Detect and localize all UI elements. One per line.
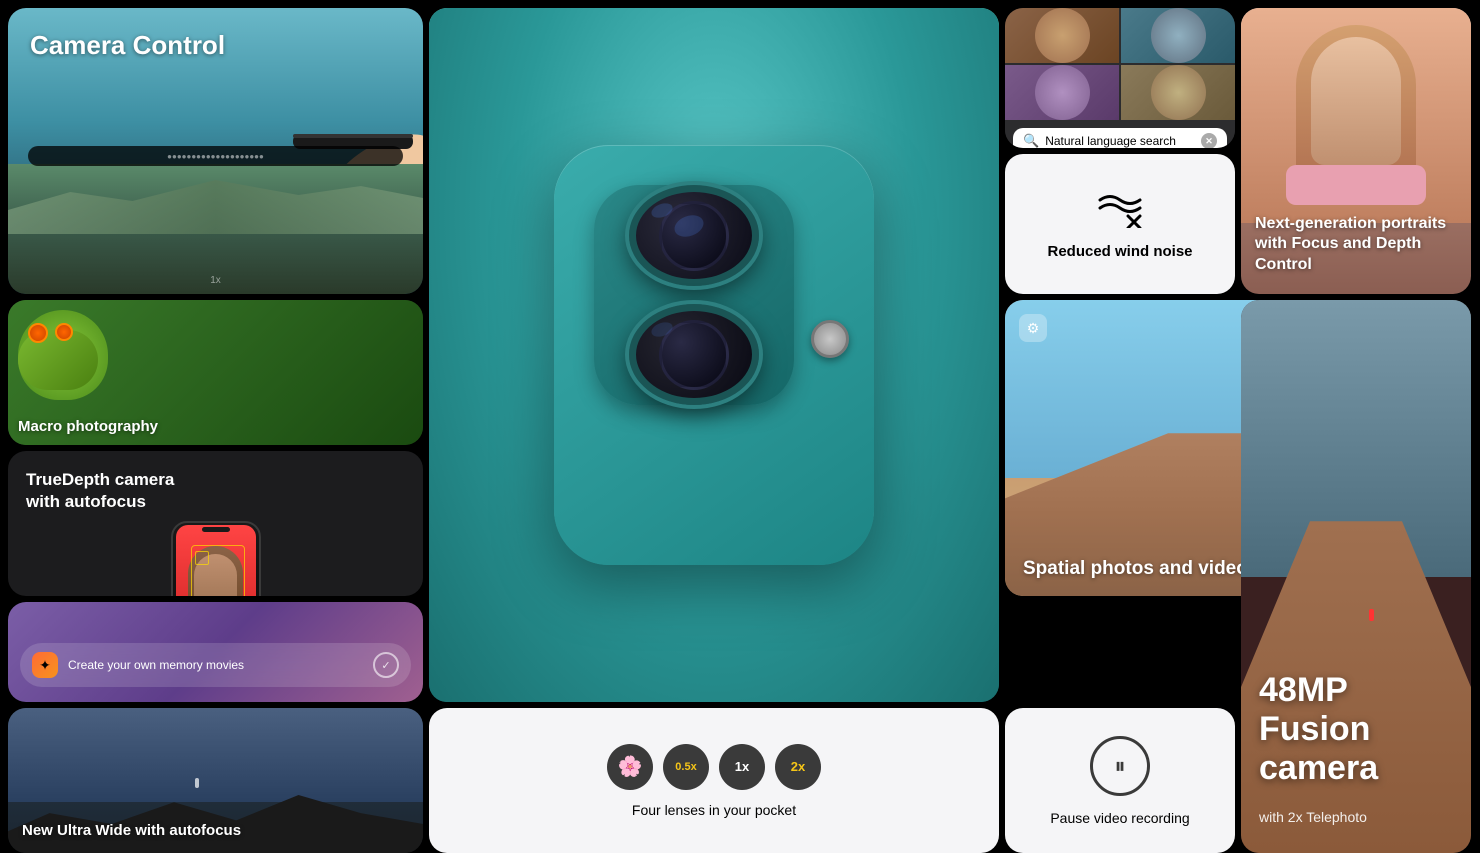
iphone-camera-tile <box>429 8 999 702</box>
ultrawide-label: New Ultra Wide with autofocus <box>22 822 241 839</box>
iphone-body <box>554 145 874 565</box>
fusion-tile: 48MPFusion camera with 2x Telephoto <box>1241 300 1471 853</box>
truedepth-text: TrueDepth camerawith autofocus <box>26 469 405 513</box>
photo-cell-4 <box>1121 65 1235 120</box>
search-bar-area: 🔍 Natural language search ✕ <box>1005 120 1235 148</box>
photo-cell-2 <box>1121 8 1235 63</box>
half-x-lens-btn[interactable]: 0.5x <box>663 744 709 790</box>
search-icon: 🔍 <box>1023 133 1039 148</box>
search-clear-icon[interactable]: ✕ <box>1201 133 1217 148</box>
macro-tile: Macro photography <box>8 300 423 445</box>
ultrawide-tile: New Ultra Wide with autofocus <box>8 708 423 853</box>
flower-lens-btn[interactable]: 🌸 <box>607 744 653 790</box>
one-x-lens-btn[interactable]: 1x <box>719 744 765 790</box>
portraits-label: Next-generation portraits with Focus and… <box>1255 214 1457 276</box>
memory-input-text: Create your own memory movies <box>68 658 363 672</box>
spatial-settings-icon[interactable]: ⚙ <box>1019 314 1047 342</box>
four-lenses-label: Four lenses in your pocket <box>632 802 796 818</box>
camera-control-tile: Camera Control 1x ●●●●●●●●●●●●●●●●●●●● <box>8 8 423 294</box>
wind-noise-text: Reduced wind noise <box>1047 243 1192 260</box>
photo-cell-3 <box>1005 65 1119 120</box>
secondary-lens <box>629 304 759 405</box>
wind-noise-tile: Reduced wind noise <box>1005 154 1235 294</box>
pause-button[interactable]: ⏸ <box>1090 736 1150 796</box>
search-text: Natural language search <box>1045 134 1195 148</box>
search-bar[interactable]: 🔍 Natural language search ✕ <box>1013 128 1227 148</box>
fusion-subtitle: with 2x Telephoto <box>1259 809 1367 825</box>
pause-label: Pause video recording <box>1050 810 1189 826</box>
camera-control-label: Camera Control <box>30 30 225 61</box>
fusion-title: 48MPFusion camera <box>1259 671 1453 788</box>
portraits-tile: Next-generation portraits with Focus and… <box>1241 8 1471 294</box>
spatial-label: Spatial photos and videos <box>1023 558 1258 580</box>
four-lenses-tile: 🌸 0.5x 1x 2x Four lenses in your pocket <box>429 708 999 853</box>
memory-app-icon: ✦ <box>32 652 58 678</box>
search-tile: 🔍 Natural language search ✕ <box>1005 8 1235 148</box>
memory-tile: ✦ Create your own memory movies ✓ <box>8 602 423 702</box>
fusion-title-area: 48MPFusion camera <box>1259 671 1453 788</box>
photos-grid <box>1005 8 1235 120</box>
memory-input-bar[interactable]: ✦ Create your own memory movies ✓ <box>20 643 411 687</box>
photo-cell-1 <box>1005 8 1119 63</box>
pause-tile: ⏸ Pause video recording <box>1005 708 1235 853</box>
lens-buttons: 🌸 0.5x 1x 2x <box>607 744 821 790</box>
two-x-lens-btn[interactable]: 2x <box>775 744 821 790</box>
truedepth-tile: TrueDepth camerawith autofocus <box>8 451 423 596</box>
macro-label: Macro photography <box>18 418 158 435</box>
primary-lens <box>629 185 759 286</box>
flash-button <box>811 320 849 358</box>
pause-icon: ⏸ <box>1114 753 1125 779</box>
wind-noise-icon <box>1095 188 1145 235</box>
memory-check-icon: ✓ <box>373 652 399 678</box>
